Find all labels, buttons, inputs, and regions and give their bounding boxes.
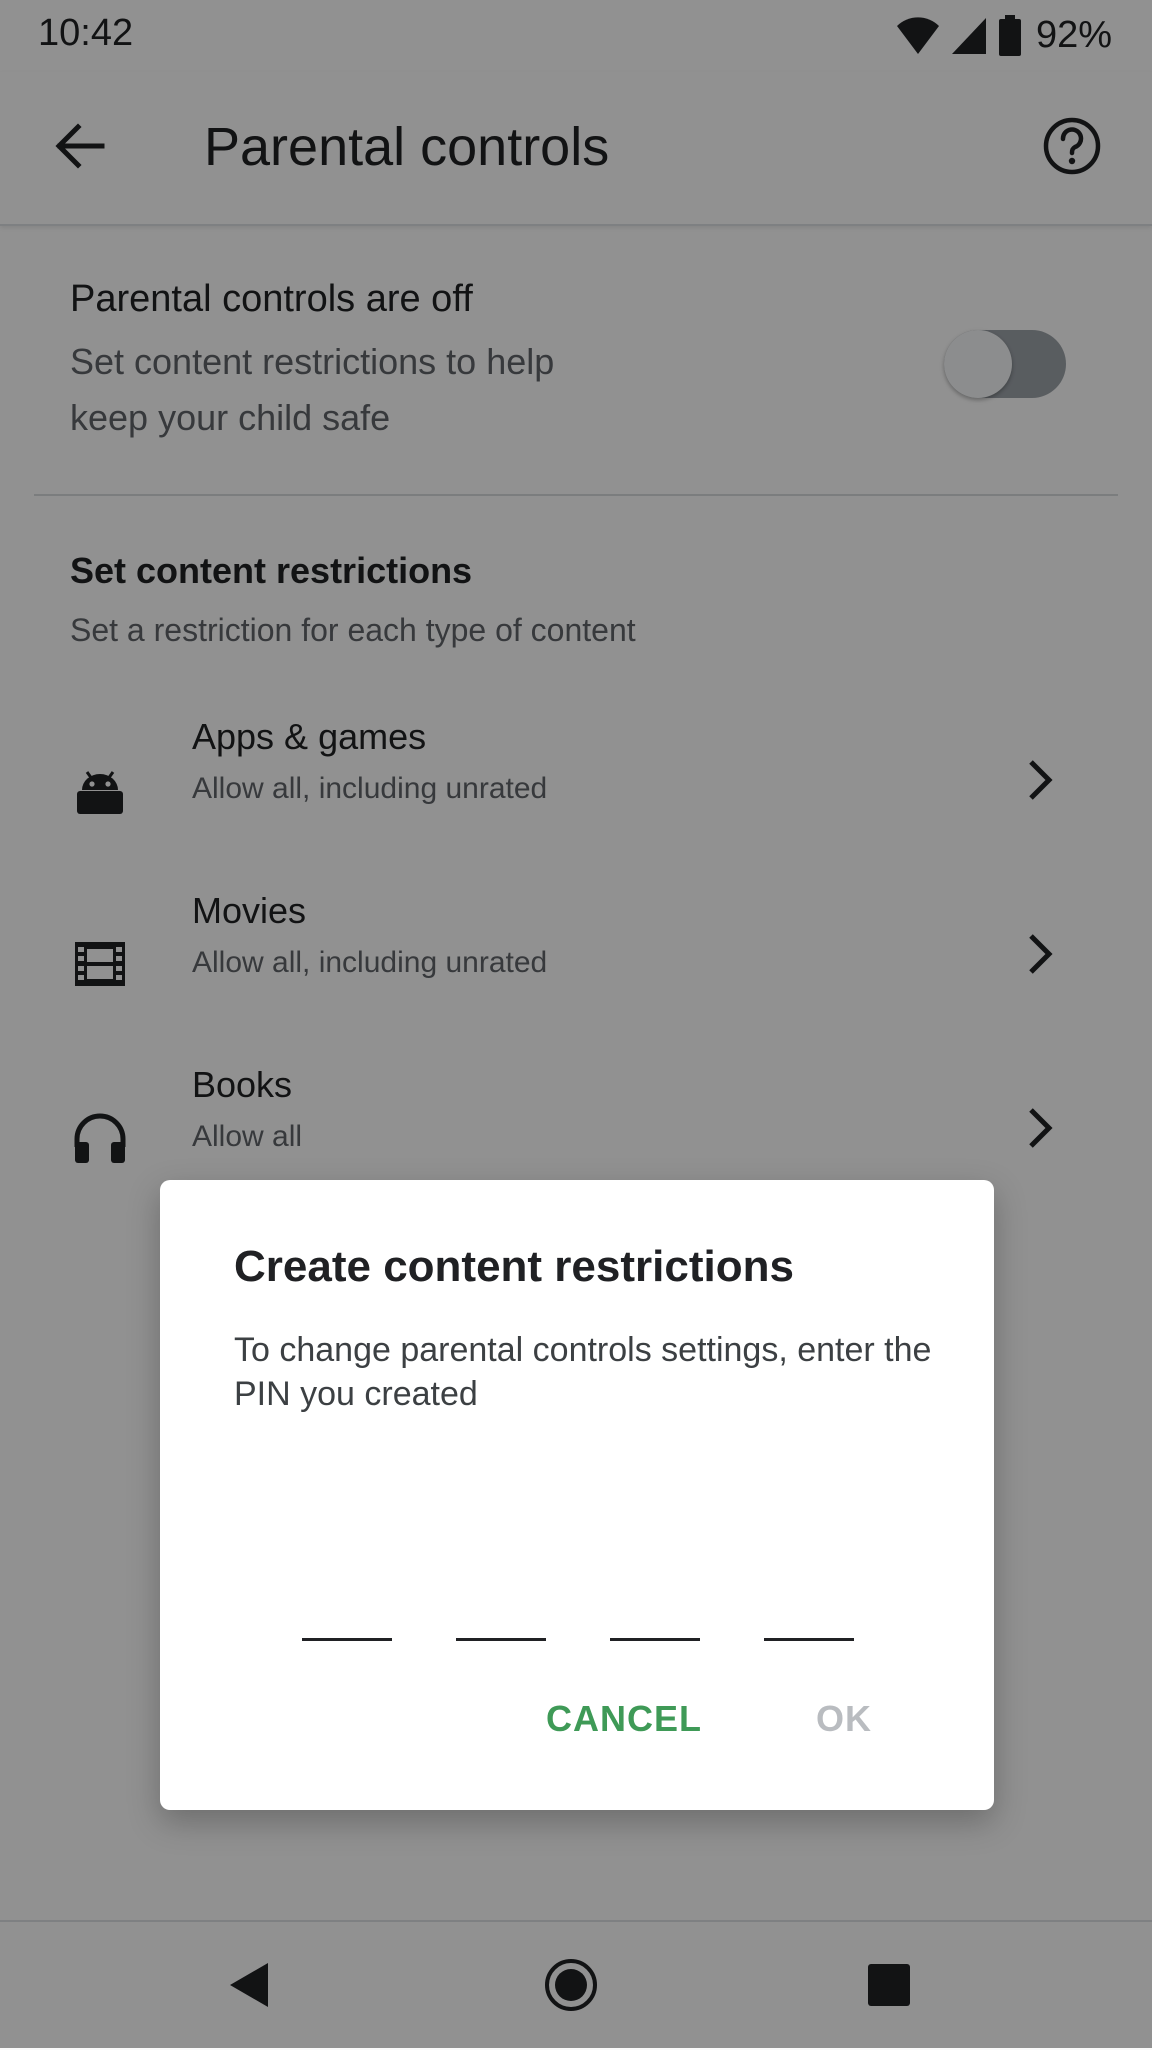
dialog-title: Create content restrictions (234, 1242, 794, 1291)
pin-digit-field[interactable] (764, 1578, 854, 1641)
ok-button[interactable]: OK (816, 1698, 872, 1740)
cancel-button[interactable]: CANCEL (546, 1698, 702, 1740)
pin-digit-field[interactable] (456, 1578, 546, 1641)
dialog-actions: CANCEL OK (160, 1680, 994, 1776)
pin-digit-field[interactable] (610, 1578, 700, 1641)
pin-dialog: Create content restrictions To change pa… (160, 1180, 994, 1810)
dialog-message: To change parental controls settings, en… (234, 1331, 932, 1413)
pin-digit-field[interactable] (302, 1578, 392, 1641)
pin-entry[interactable] (302, 1578, 854, 1641)
